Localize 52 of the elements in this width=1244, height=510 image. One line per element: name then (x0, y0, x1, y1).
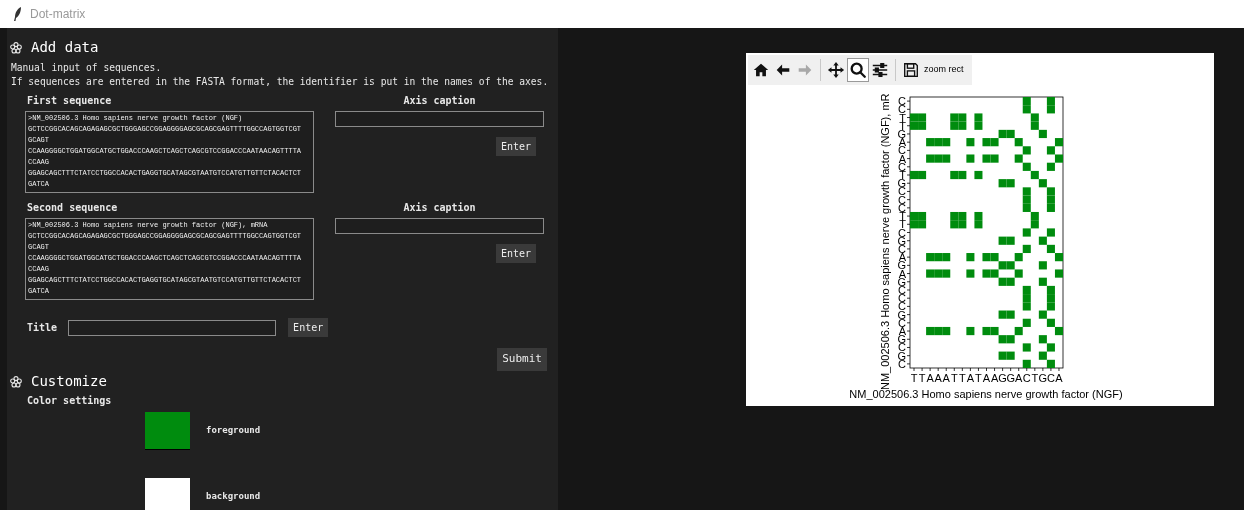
enter-button[interactable]: Enter (495, 244, 536, 263)
enter-button[interactable]: Enter (288, 318, 329, 337)
tick-label: A (934, 372, 942, 384)
tick-label: A (966, 372, 975, 384)
tick-label: A (942, 372, 950, 384)
tick-label: T (950, 372, 958, 384)
x-axis-label: NM_002506.3 Homo sapiens nerve growth factor (NGF) (849, 388, 1123, 400)
tick-label: A (1055, 372, 1063, 384)
tick-label: T (918, 372, 926, 384)
tick-label: A (982, 372, 991, 384)
tick-label: G (998, 372, 1007, 384)
window-title: Dot-matrix (30, 6, 86, 23)
field-label: Axis caption (403, 94, 476, 108)
feather-icon (14, 7, 22, 21)
color-label: background (206, 490, 261, 504)
tick-label: C (1046, 372, 1055, 384)
caption-field[interactable] (335, 111, 544, 127)
field-label: First sequence (26, 94, 113, 108)
tick-label: A (926, 372, 934, 384)
tick-label: C (1022, 372, 1031, 384)
color-label: foreground (206, 424, 261, 438)
tick-label: G (1006, 372, 1015, 384)
section-heading: Add data (31, 38, 99, 57)
tick-label: T (958, 372, 966, 384)
color-swatch[interactable] (145, 412, 190, 450)
flower-icon (10, 375, 22, 388)
home-icon (752, 61, 770, 79)
magnifier-icon (849, 61, 867, 79)
mode-message: zoom rect (924, 63, 964, 77)
tick-label: T (1031, 372, 1039, 384)
submit-button[interactable]: Submit (497, 348, 547, 371)
zoom-button[interactable] (847, 58, 869, 82)
caption-field[interactable] (335, 218, 544, 234)
sliders-icon (871, 61, 889, 79)
tick-label: A (1015, 372, 1023, 384)
field-label: Axis caption (403, 201, 476, 215)
field-label: Second sequence (26, 201, 119, 215)
section-heading: Customize (31, 372, 107, 391)
tick-label: T (975, 372, 982, 384)
y-axis-label: NM_002506.3 Homo sapiens nerve growth factor (NGF), mR (879, 93, 891, 390)
title-field[interactable] (68, 319, 277, 336)
tick-label: A (990, 372, 999, 384)
intro-text: Manual input of sequences. (11, 61, 162, 74)
flower-icon (10, 41, 22, 54)
move-arrows-icon (827, 61, 845, 79)
tick-label: T (910, 372, 918, 384)
tick-label: G (1038, 372, 1048, 384)
intro-text: If sequences are entered in the FASTA format, the identifier is put in the names of the axes. (11, 75, 549, 88)
enter-button[interactable]: Enter (495, 137, 536, 156)
field-label: Title (27, 321, 58, 335)
color-swatch[interactable] (145, 478, 190, 510)
section-subheading: Color settings (26, 394, 113, 407)
